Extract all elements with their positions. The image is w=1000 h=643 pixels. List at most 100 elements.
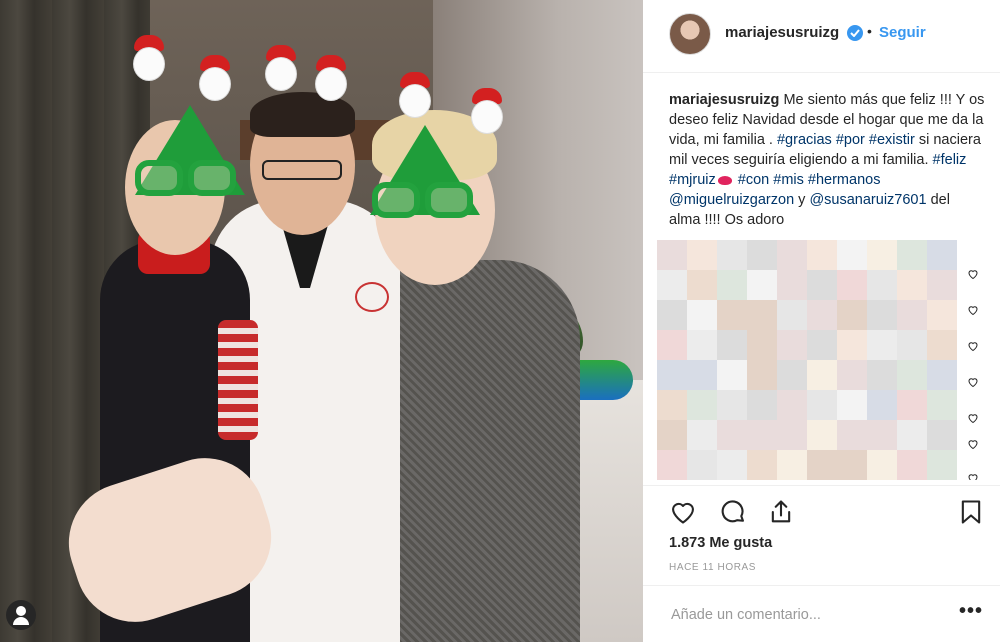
caption-username[interactable]: mariajesusruizg [669, 92, 779, 108]
blur-pixel [747, 330, 777, 360]
blur-pixel [717, 240, 747, 270]
blur-pixel [927, 390, 957, 420]
blur-pixel [657, 270, 687, 300]
blur-pixel [837, 330, 867, 360]
separator-dot: • [867, 23, 872, 39]
blur-pixel [807, 240, 837, 270]
heart-icon[interactable] [967, 438, 979, 450]
mention-link[interactable]: @miguelruizgarzon [669, 192, 794, 208]
heart-icon[interactable] [967, 412, 979, 424]
heart-icon[interactable] [669, 498, 697, 526]
heart-icon[interactable] [967, 304, 979, 316]
comments-list-blurred [657, 240, 987, 480]
blur-pixel [837, 420, 867, 450]
blur-pixel [657, 330, 687, 360]
blur-pixel [657, 360, 687, 390]
user-tag-icon[interactable] [6, 600, 36, 630]
blur-pixel [807, 330, 837, 360]
blur-pixel [747, 300, 777, 330]
blur-pixel [927, 450, 957, 480]
hashtag-link[interactable]: #mis [773, 172, 804, 188]
blur-pixel [897, 270, 927, 300]
blur-pixel [867, 240, 897, 270]
heart-icon[interactable] [967, 268, 979, 280]
blur-pixel [807, 270, 837, 300]
post-caption: mariajesusruizg Me siento más que feliz … [669, 90, 985, 230]
blur-pixel [747, 450, 777, 480]
blur-pixel [867, 360, 897, 390]
caption-text: y [794, 192, 810, 208]
blur-pixel [687, 420, 717, 450]
pixelated-comments [657, 240, 957, 480]
post-actions-bar [643, 485, 1000, 536]
hashtag-link[interactable]: #gracias [777, 132, 832, 148]
blur-pixel [657, 240, 687, 270]
comment-bubble-icon[interactable] [719, 498, 747, 526]
blur-pixel [687, 270, 717, 300]
blur-pixel [687, 330, 717, 360]
post-header: mariajesusruizg • Seguir [643, 0, 1000, 73]
hashtag-link[interactable]: #hermanos [808, 172, 881, 188]
heart-icon[interactable] [967, 472, 979, 480]
follow-button[interactable]: Seguir [879, 24, 926, 41]
mention-link[interactable]: @susanaruiz7601 [809, 192, 926, 208]
heart-icon[interactable] [967, 376, 979, 388]
blur-pixel [867, 390, 897, 420]
blur-pixel [777, 450, 807, 480]
share-icon[interactable] [767, 498, 795, 526]
post-timestamp[interactable]: HACE 11 HORAS [669, 562, 756, 573]
blur-pixel [837, 270, 867, 300]
hashtag-link[interactable]: #feliz [933, 152, 967, 168]
blur-pixel [657, 450, 687, 480]
blur-pixel [687, 240, 717, 270]
kiss-mark-icon [717, 175, 732, 185]
santa-headband-ornament [196, 55, 234, 103]
blur-pixel [897, 360, 927, 390]
santa-headband-ornament [262, 45, 300, 93]
blur-pixel [717, 330, 747, 360]
sweater-pattern [218, 320, 258, 440]
blur-pixel [927, 420, 957, 450]
blur-pixel [747, 420, 777, 450]
blur-pixel [657, 300, 687, 330]
blur-pixel [717, 420, 747, 450]
glasses-lens [188, 160, 236, 196]
blur-pixel [717, 450, 747, 480]
blur-pixel [927, 270, 957, 300]
blur-pixel [867, 330, 897, 360]
santa-headband-ornament [312, 55, 350, 103]
blur-pixel [897, 390, 927, 420]
hashtag-link[interactable]: #con [738, 172, 769, 188]
blur-pixel [867, 450, 897, 480]
santa-headband-ornament [130, 35, 168, 83]
blur-pixel [777, 390, 807, 420]
comment-input[interactable] [669, 602, 933, 628]
blur-pixel [837, 450, 867, 480]
blur-pixel [777, 270, 807, 300]
more-options-button[interactable]: ••• [959, 601, 983, 621]
glasses-lens [135, 160, 183, 196]
blur-pixel [927, 330, 957, 360]
blur-pixel [777, 360, 807, 390]
likes-count[interactable]: 1.873 Me gusta [669, 535, 772, 551]
blur-pixel [747, 390, 777, 420]
bookmark-icon[interactable] [957, 498, 985, 526]
post-photo[interactable] [0, 0, 643, 642]
santa-headband-ornament [396, 72, 434, 120]
heart-icon[interactable] [967, 340, 979, 352]
hashtag-link[interactable]: #por [836, 132, 865, 148]
santa-headband-ornament [468, 88, 506, 136]
eyeglasses [262, 160, 342, 180]
avatar[interactable] [669, 13, 711, 55]
hashtag-link[interactable]: #existir [869, 132, 915, 148]
shirt-logo [355, 282, 389, 312]
blur-pixel [897, 330, 927, 360]
blur-pixel [687, 450, 717, 480]
username-link[interactable]: mariajesusruizg [725, 24, 839, 41]
hashtag-link[interactable]: #mjruiz [669, 172, 716, 188]
blur-pixel [777, 330, 807, 360]
blur-pixel [747, 240, 777, 270]
blur-pixel [777, 240, 807, 270]
blur-pixel [717, 270, 747, 300]
blur-pixel [867, 270, 897, 300]
